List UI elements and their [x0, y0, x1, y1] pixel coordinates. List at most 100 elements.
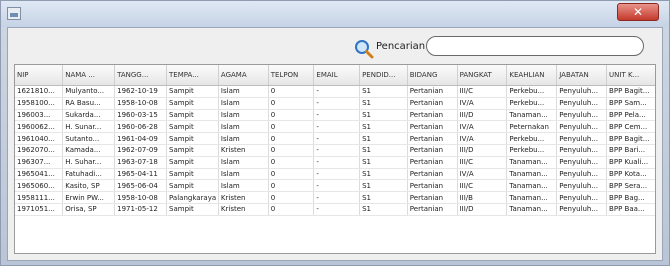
table-cell: -: [313, 144, 361, 157]
table-cell: -: [313, 97, 361, 110]
table-cell: BPP Bari...: [606, 144, 655, 157]
table-cell: 1958-10-08: [114, 97, 168, 110]
table-cell: Islam: [218, 132, 269, 145]
table-cell: S1: [359, 120, 408, 134]
table-cell: 1958111...: [15, 191, 64, 204]
column-header[interactable]: PENDID...: [359, 65, 408, 86]
table-cell: Sampit: [166, 120, 219, 134]
table-cell: Islam: [218, 85, 269, 98]
table-cell: Sampit: [166, 203, 219, 216]
table-cell: Sampit: [166, 179, 219, 193]
table-cell: IV/A: [457, 168, 508, 181]
table-row[interactable]: 1958111... Erwin PW... 1958-10-08 Palangkar…: [15, 191, 655, 204]
table-cell: Sutanto...: [62, 132, 116, 145]
table-cell: -: [313, 132, 361, 145]
table-cell: -: [313, 203, 361, 216]
table-cell: 196003...: [15, 109, 64, 122]
table-cell: Sampit: [166, 132, 219, 145]
table-cell: -: [313, 120, 361, 134]
table-cell: 1621810...: [15, 85, 64, 98]
table-cell: BPP Pela...: [606, 109, 655, 122]
table-cell: BPP Cem...: [606, 120, 655, 134]
table-cell: 0: [268, 120, 315, 134]
table-cell: Pertanian: [407, 144, 458, 157]
table-cell: Penyuluh...: [556, 144, 608, 157]
column-header[interactable]: TELPON: [268, 65, 315, 86]
table-cell: III/C: [457, 156, 508, 169]
table-row[interactable]: 196003... Sukarda... 1960-03-15 Sampit Islam…: [15, 109, 655, 122]
table-cell: Mulyanto...: [62, 85, 116, 98]
table-cell: Penyuluh...: [556, 85, 608, 98]
table-header-row: NIP NAMA ... TANGG... TEMPA... AGAMA TELPON EM…: [15, 65, 655, 86]
table-cell: Penyuluh...: [556, 120, 608, 134]
column-header[interactable]: KEAHLIAN: [506, 65, 558, 86]
table-cell: 1958100...: [15, 97, 64, 110]
table-cell: 0: [268, 144, 315, 157]
table-row[interactable]: 1971051... Orisa, SP 1971-05-12 Sampit Krist…: [15, 203, 655, 216]
table-cell: III/C: [457, 85, 508, 98]
table-cell: S1: [359, 132, 408, 145]
close-button[interactable]: ✕: [617, 3, 659, 21]
table-cell: Sampit: [166, 168, 219, 181]
table-cell: IV/A: [457, 97, 508, 110]
table-cell: RA Basu...: [62, 97, 116, 110]
table-cell: Pertanian: [407, 120, 458, 134]
table-cell: 1960-03-15: [114, 109, 168, 122]
table-cell: Penyuluh...: [556, 191, 608, 204]
table-cell: -: [313, 168, 361, 181]
table-cell: Tanaman...: [506, 109, 558, 122]
search-input[interactable]: [426, 36, 644, 56]
table-cell: 1962-07-09: [114, 144, 168, 157]
column-header[interactable]: EMAIL: [313, 65, 361, 86]
table-body: 1621810... Mulyanto... 1962-10-19 Sampit Isl…: [15, 85, 655, 216]
table-cell: Pertanian: [407, 156, 458, 169]
table-cell: Pertanian: [407, 97, 458, 110]
table-cell: -: [313, 85, 361, 98]
table-cell: Tanaman...: [506, 168, 558, 181]
column-header[interactable]: BIDANG: [407, 65, 458, 86]
table-cell: S1: [359, 144, 408, 157]
column-header[interactable]: TANGG...: [114, 65, 168, 86]
table-cell: Sampit: [166, 144, 219, 157]
table-row[interactable]: 1965041... Fatuhadi... 1965-04-11 Sampit Isl…: [15, 168, 655, 181]
table-row[interactable]: 1962070... Kamada... 1962-07-09 Sampit Krist…: [15, 144, 655, 157]
table-cell: Pertanian: [407, 191, 458, 204]
table-cell: 0: [268, 132, 315, 145]
table-cell: 1965060...: [15, 179, 64, 193]
table-cell: S1: [359, 168, 408, 181]
table-row[interactable]: 1961040... Sutanto... 1961-04-09 Sampit Isla…: [15, 132, 655, 145]
employee-table[interactable]: NIP NAMA ... TANGG... TEMPA... AGAMA TELPON EM…: [14, 64, 656, 254]
table-cell: Perkebu...: [506, 97, 558, 110]
table-cell: Erwin PW...: [62, 191, 116, 204]
table-cell: -: [313, 191, 361, 204]
column-header[interactable]: UNIT K...: [606, 65, 655, 86]
table-cell: BPP Bagit...: [606, 132, 655, 145]
column-header[interactable]: JABATAN: [556, 65, 608, 86]
table-cell: BPP Sam...: [606, 97, 655, 110]
table-row[interactable]: 1960062... H. Sunar... 1960-06-28 Sampit Isl…: [15, 120, 655, 134]
table-cell: Orisa, SP: [62, 203, 116, 216]
table-cell: Penyuluh...: [556, 168, 608, 181]
table-row[interactable]: 196307... H. Suhar... 1963-07-18 Sampit Isla…: [15, 156, 655, 169]
table-row[interactable]: 1958100... RA Basu... 1958-10-08 Sampit Isla…: [15, 97, 655, 110]
column-header[interactable]: PANGKAT: [457, 65, 508, 86]
column-header[interactable]: NIP: [15, 65, 64, 86]
table-cell: S1: [359, 203, 408, 216]
column-header[interactable]: TEMPA...: [166, 65, 219, 86]
table-cell: Kristen: [218, 203, 269, 216]
title-bar[interactable]: ✕: [1, 1, 669, 27]
table-cell: Penyuluh...: [556, 97, 608, 110]
table-cell: Kasito, SP: [62, 179, 116, 193]
table-cell: IV/A: [457, 132, 508, 145]
column-header[interactable]: NAMA ...: [62, 65, 116, 86]
column-header[interactable]: AGAMA: [218, 65, 269, 86]
table-cell: 1962-10-19: [114, 85, 168, 98]
table-cell: 196307...: [15, 156, 64, 169]
table-row[interactable]: 1621810... Mulyanto... 1962-10-19 Sampit Isl…: [15, 85, 655, 98]
table-cell: -: [313, 179, 361, 193]
table-cell: 1971051...: [15, 203, 64, 216]
table-row[interactable]: 1965060... Kasito, SP 1965-06-04 Sampit Isla…: [15, 179, 655, 193]
table-cell: Penyuluh...: [556, 109, 608, 122]
table-cell: Kristen: [218, 191, 269, 204]
table-cell: Tanaman...: [506, 191, 558, 204]
